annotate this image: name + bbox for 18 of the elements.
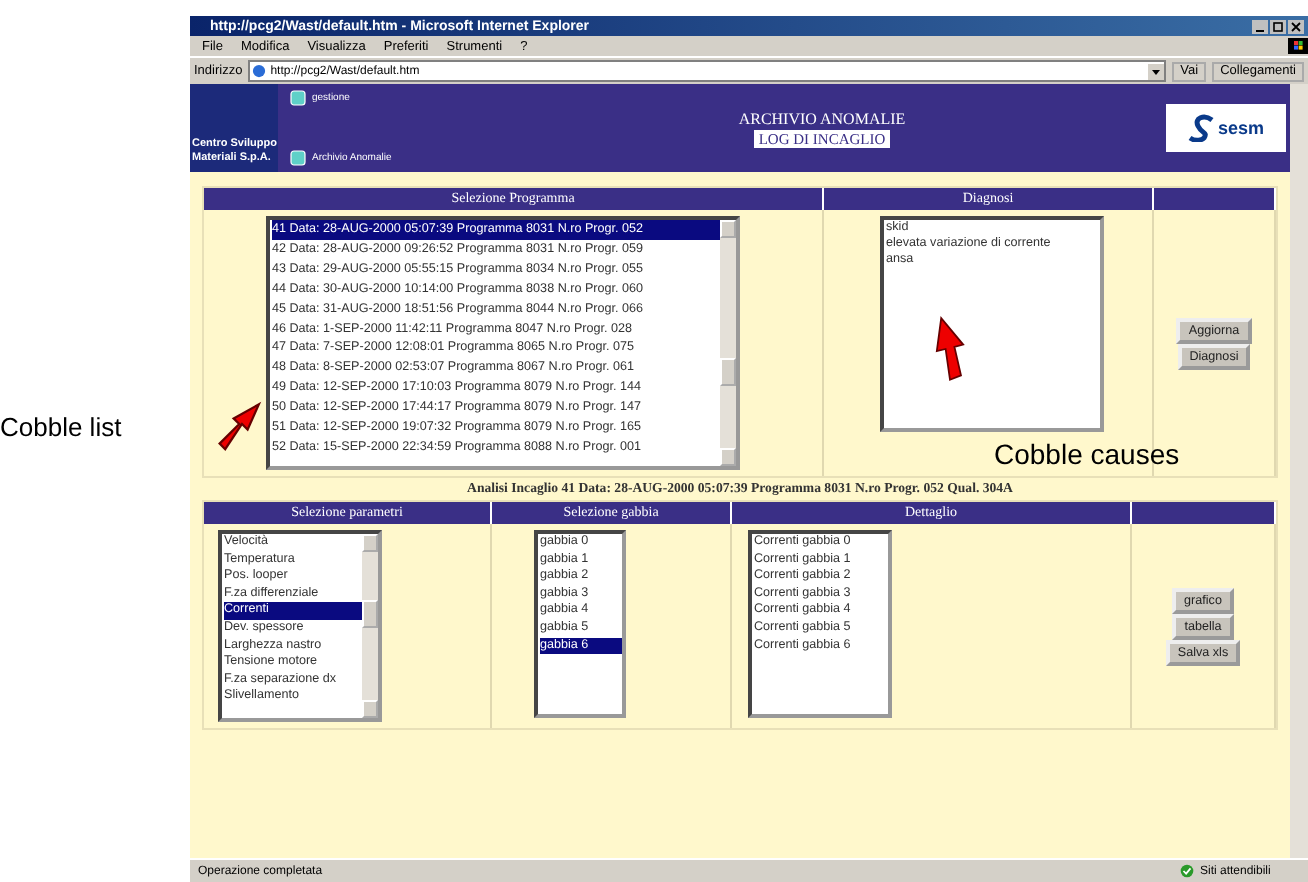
windows-logo-icon — [1288, 38, 1308, 54]
page-title: ARCHIVIO ANOMALIE — [738, 109, 906, 127]
column-header — [1154, 188, 1276, 210]
square-icon — [290, 90, 306, 106]
maximize-icon[interactable] — [1270, 19, 1286, 33]
square-icon — [290, 150, 306, 166]
page-icon — [252, 64, 267, 78]
minimize-icon[interactable] — [1252, 19, 1268, 33]
annotation-label: Cobble list — [0, 412, 122, 442]
scrollbar[interactable] — [362, 534, 378, 718]
dropdown-icon[interactable] — [1148, 63, 1165, 79]
brand-logo: sesm — [1166, 104, 1286, 152]
scrollbar[interactable] — [720, 220, 736, 466]
program-list[interactable] — [266, 216, 740, 470]
column-header — [1132, 502, 1276, 524]
annotation-label: Cobble causes — [994, 438, 1180, 470]
close-icon[interactable] — [1288, 19, 1304, 33]
check-icon — [1180, 864, 1194, 878]
